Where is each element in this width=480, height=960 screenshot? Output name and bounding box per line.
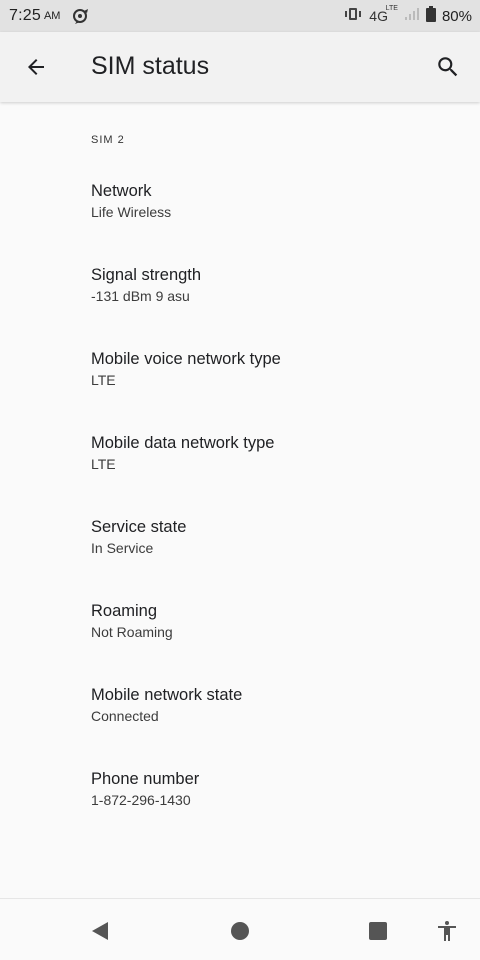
item-summary: 1-872-296-1430 <box>91 792 191 808</box>
nav-recents-button[interactable] <box>356 909 400 953</box>
network-type: 4G LTE <box>369 5 398 24</box>
list-item-service-state[interactable]: Service state In Service <box>91 516 451 558</box>
status-bar: 7:25 AM 4G LTE 80% <box>0 0 480 32</box>
item-summary: Not Roaming <box>91 624 173 640</box>
item-title: Signal strength <box>91 266 202 284</box>
item-summary: LTE <box>91 456 116 472</box>
item-title: Phone number <box>91 770 200 788</box>
navigation-bar <box>0 898 480 960</box>
item-summary: -131 dBm 9 asu <box>91 288 190 304</box>
list-item-network[interactable]: Network Life Wireless <box>91 180 451 222</box>
home-circle-icon <box>231 922 249 940</box>
list-item-phone-number[interactable]: Phone number 1-872-296-1430 <box>91 768 451 810</box>
list-item-roaming[interactable]: Roaming Not Roaming <box>91 600 451 642</box>
notification-icon <box>72 8 90 24</box>
nav-back-button[interactable] <box>78 909 122 953</box>
battery-percent: 80% <box>441 7 472 25</box>
recents-square-icon <box>369 922 387 940</box>
back-triangle-icon <box>92 922 108 940</box>
back-button[interactable] <box>14 45 58 89</box>
nav-home-button[interactable] <box>218 909 262 953</box>
network-sup-label: LTE <box>385 5 398 12</box>
nav-accessibility-button[interactable] <box>425 909 469 953</box>
item-title: Mobile data network type <box>91 434 275 452</box>
item-summary: Life Wireless <box>91 204 172 220</box>
section-header: SIM 2 <box>91 134 125 146</box>
signal-icon <box>404 6 420 27</box>
vibrate-icon <box>343 6 363 27</box>
page-title: SIM status <box>91 52 210 80</box>
status-time: 7:25 <box>9 7 41 24</box>
item-summary: LTE <box>91 372 116 388</box>
item-title: Roaming <box>91 602 158 620</box>
battery-icon <box>425 5 436 27</box>
item-title: Service state <box>91 518 187 536</box>
status-icons: 4G LTE 80% <box>343 5 472 27</box>
search-icon <box>438 57 458 77</box>
app-bar: SIM status <box>0 32 480 102</box>
item-summary: Connected <box>91 708 159 724</box>
search-button[interactable] <box>426 45 470 89</box>
list-item-signal-strength[interactable]: Signal strength -131 dBm 9 asu <box>91 264 451 306</box>
accessibility-icon <box>438 921 456 941</box>
list-item-mobile-network-state[interactable]: Mobile network state Connected <box>91 684 451 726</box>
status-ampm: AM <box>43 10 61 22</box>
item-summary: In Service <box>91 540 154 556</box>
list-item-data-network-type[interactable]: Mobile data network type LTE <box>91 432 451 474</box>
list-item-voice-network-type[interactable]: Mobile voice network type LTE <box>91 348 451 390</box>
item-title: Mobile voice network type <box>91 350 281 368</box>
back-arrow-icon <box>28 59 44 75</box>
item-title: Mobile network state <box>91 686 243 704</box>
item-title: Network <box>91 182 152 200</box>
